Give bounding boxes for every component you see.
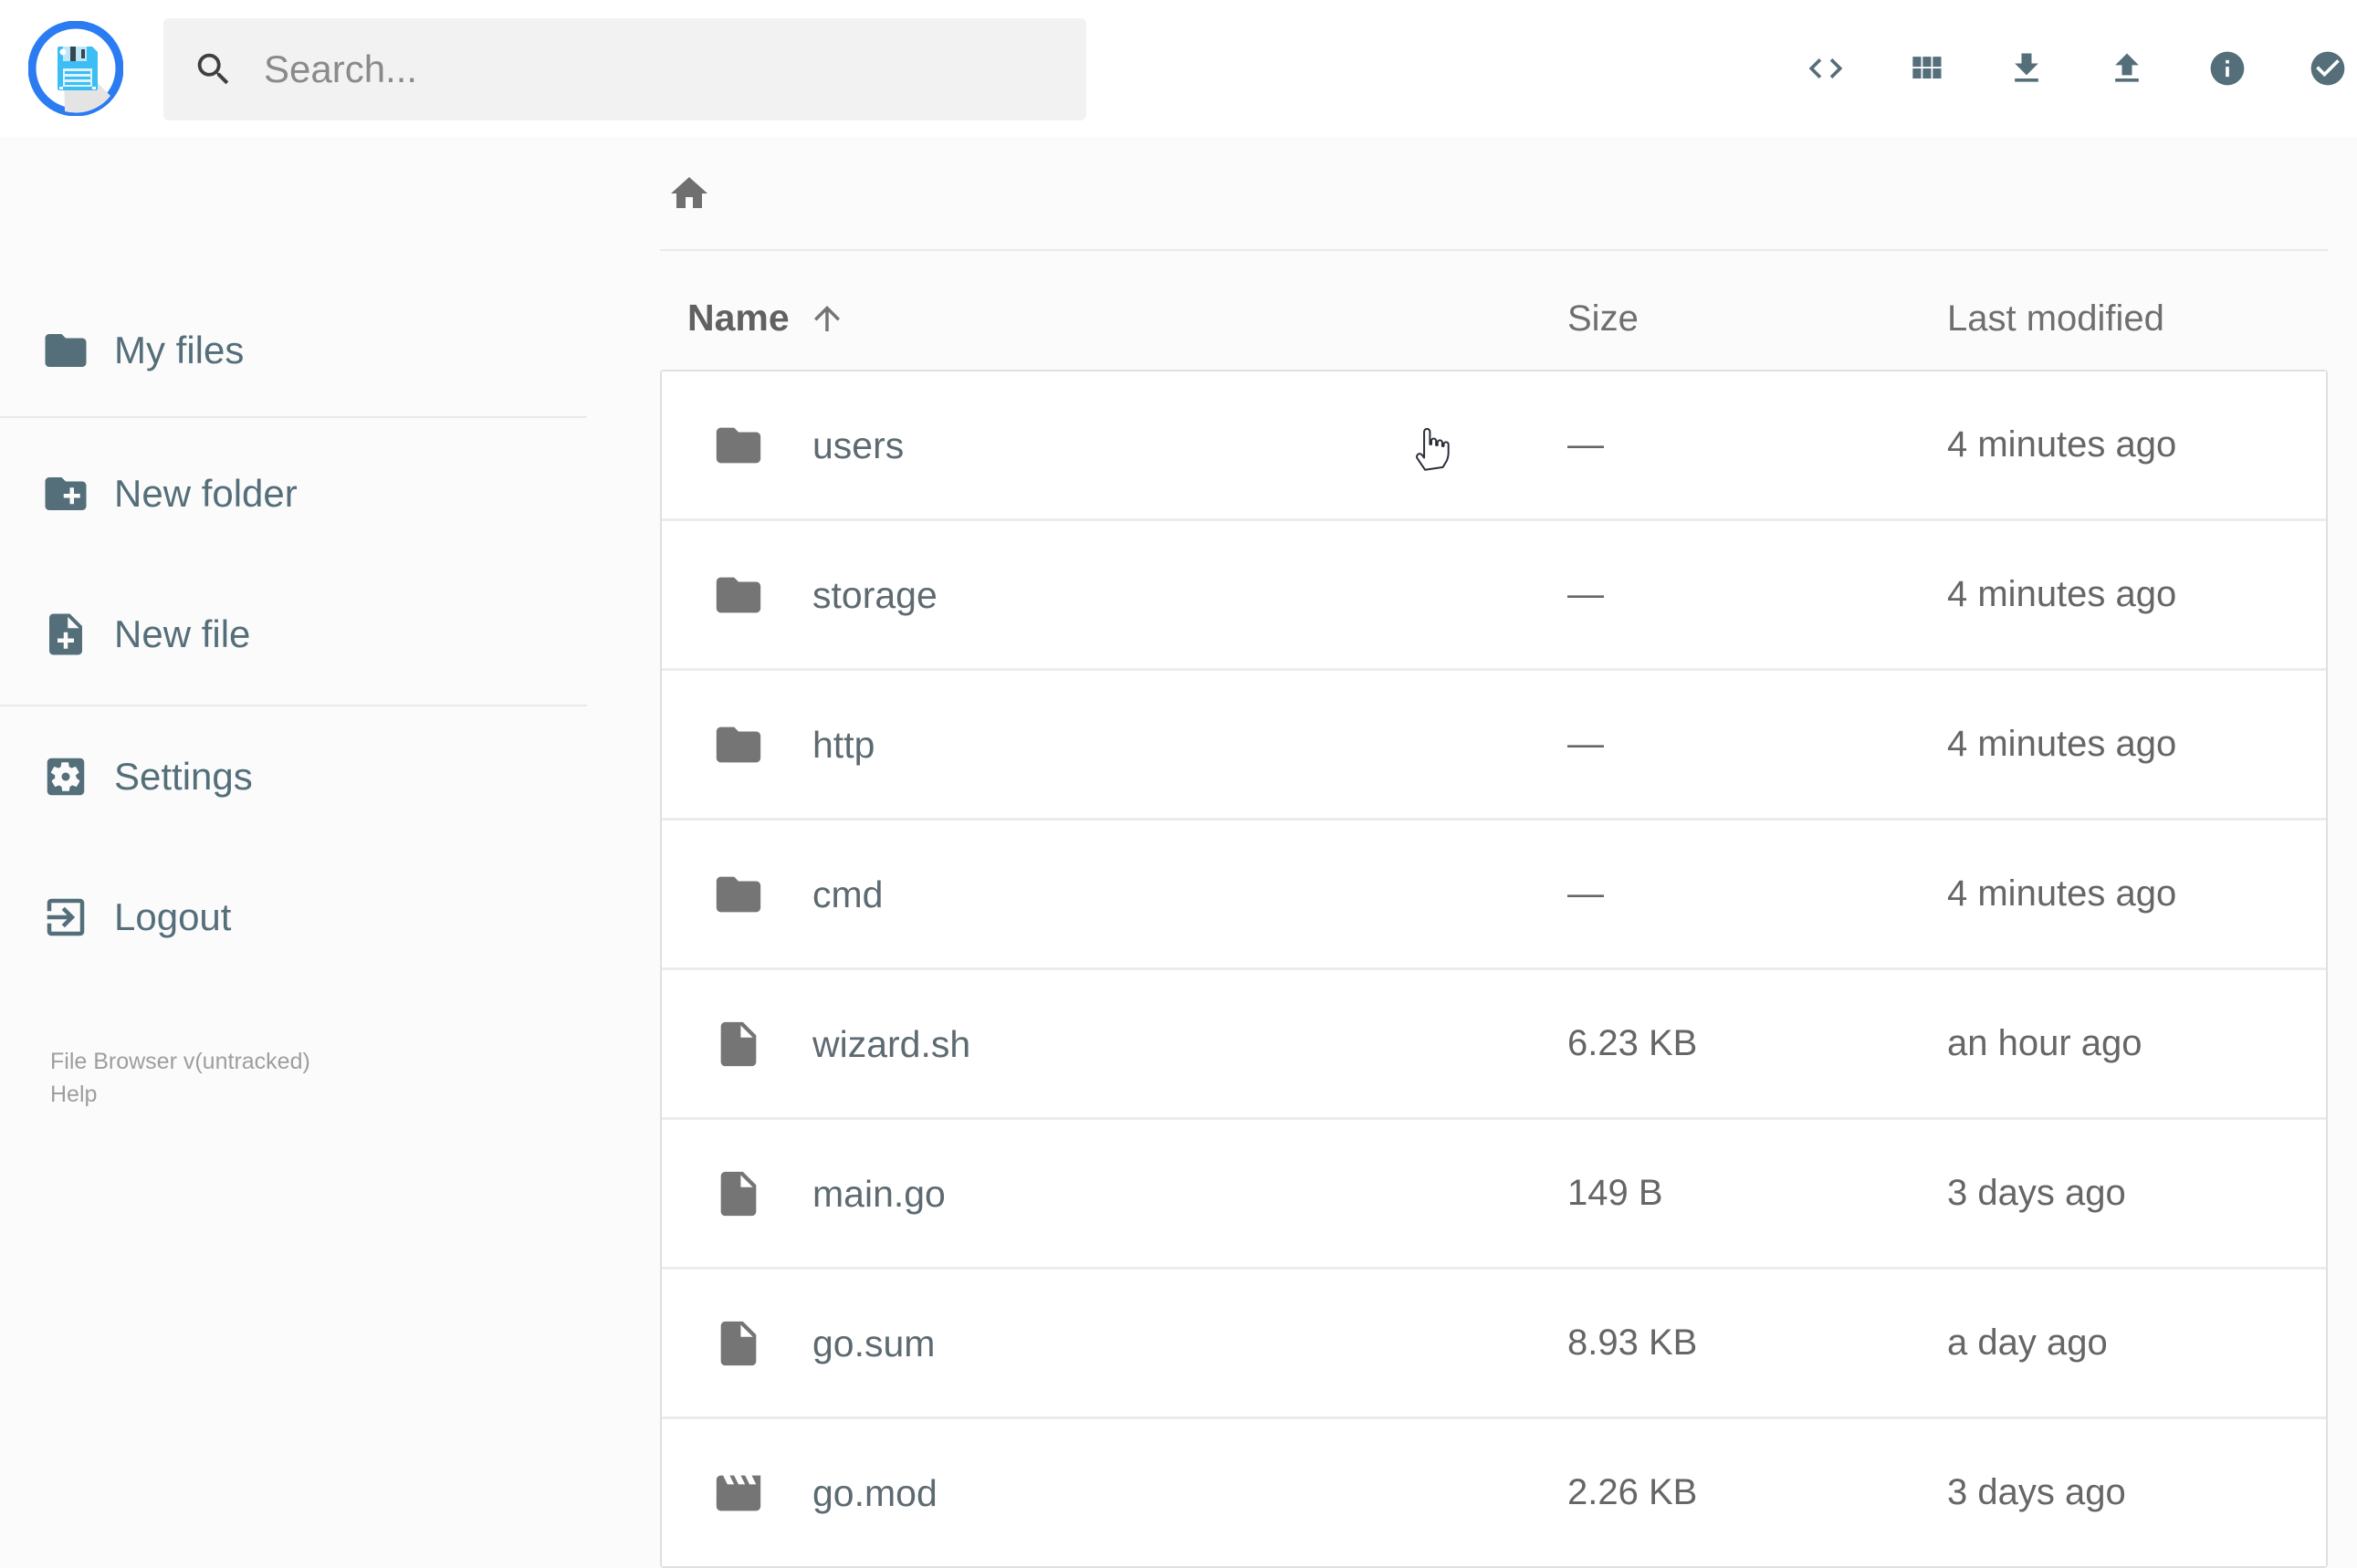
sidebar-item-label: My files [114, 329, 245, 371]
file-modified: 3 days ago [1947, 1173, 2126, 1213]
info-button[interactable] [2207, 48, 2247, 89]
file-icon [712, 1167, 765, 1220]
file-icon [712, 1018, 765, 1071]
folder-icon [41, 326, 90, 375]
floppy-logo-icon [27, 20, 124, 117]
file-name: main.go [812, 1173, 946, 1215]
file-modified: 4 minutes ago [1947, 424, 2177, 465]
folder-icon [712, 419, 765, 472]
header-actions [1806, 0, 2348, 137]
search-icon [197, 53, 229, 85]
settings-icon [41, 752, 90, 801]
folder-icon [712, 718, 765, 771]
file-modified: 4 minutes ago [1947, 724, 2177, 764]
file-icon [712, 1317, 765, 1370]
file-modified: 4 minutes ago [1947, 873, 2177, 914]
sort-by-size-header[interactable]: Size [1567, 298, 1639, 340]
grid-view-button[interactable] [1906, 48, 1946, 89]
sidebar-item-label: New folder [114, 472, 298, 515]
download-button[interactable] [2006, 48, 2047, 89]
folder-icon [712, 868, 765, 921]
sidebar-divider [0, 705, 587, 706]
app-version-text: File Browser v(untracked) [50, 1049, 310, 1074]
table-row[interactable]: http — 4 minutes ago [662, 671, 2326, 821]
file-name: go.sum [812, 1322, 936, 1364]
table-row[interactable]: main.go 149 B 3 days ago [662, 1120, 2326, 1270]
sort-by-modified-header[interactable]: Last modified [1947, 298, 2164, 340]
movie-icon [712, 1467, 765, 1520]
file-name: go.mod [812, 1472, 938, 1514]
sidebar: My files New folder New file Settings Logout… [0, 137, 587, 1515]
sidebar-footer: File Browser v(untracked) Help [50, 1045, 310, 1111]
breadcrumb-home-button[interactable] [667, 172, 711, 215]
sidebar-item-logout[interactable]: Logout [0, 872, 587, 963]
file-list: users — 4 minutes ago storage — 4 minutes ago… [660, 370, 2328, 1568]
sidebar-item-new-file[interactable]: New file [0, 589, 587, 680]
app-logo[interactable] [27, 20, 124, 117]
file-modified: an hour ago [1947, 1023, 2142, 1063]
file-name: wizard.sh [812, 1023, 971, 1065]
search-bar[interactable] [163, 18, 1086, 120]
file-name: http [812, 724, 875, 766]
new-file-icon [41, 610, 90, 659]
arrow-up-icon [808, 299, 846, 338]
file-size: 8.93 KB [1567, 1322, 1698, 1363]
table-row[interactable]: go.mod 2.26 KB 3 days ago [662, 1419, 2326, 1566]
download-icon [2015, 53, 2038, 82]
sidebar-item-settings[interactable]: Settings [0, 731, 587, 822]
file-modified: 4 minutes ago [1947, 574, 2177, 614]
info-icon [2210, 51, 2245, 86]
check-circle-icon [2310, 51, 2345, 86]
sidebar-item-label: New file [114, 612, 251, 655]
file-size: — [1567, 424, 1604, 465]
file-modified: 3 days ago [1947, 1472, 2126, 1512]
table-row[interactable]: wizard.sh 6.23 KB an hour ago [662, 970, 2326, 1120]
home-icon [671, 176, 707, 208]
sidebar-item-my-files[interactable]: My files [0, 305, 587, 396]
grid-icon [1912, 57, 1942, 78]
sidebar-item-label: Settings [114, 755, 253, 798]
sidebar-item-new-folder[interactable]: New folder [0, 448, 587, 539]
name-column-label: Name [687, 297, 790, 339]
file-listing-pane: Name Size Last modified users — 4 minutes … [587, 137, 2357, 1568]
file-size: 2.26 KB [1567, 1472, 1698, 1512]
table-row[interactable]: users — 4 minutes ago [662, 371, 2326, 521]
file-size: — [1567, 873, 1604, 914]
table-row[interactable]: cmd — 4 minutes ago [662, 821, 2326, 970]
help-link[interactable]: Help [50, 1078, 310, 1111]
table-row[interactable]: go.sum 8.93 KB a day ago [662, 1270, 2326, 1419]
search-input[interactable] [262, 47, 1042, 92]
select-multiple-button[interactable] [2308, 48, 2348, 89]
new-folder-icon [41, 469, 90, 518]
code-icon [1808, 58, 1843, 78]
file-name: storage [812, 574, 938, 616]
file-size: — [1567, 724, 1604, 764]
breadcrumb [660, 137, 2328, 249]
top-bar [0, 0, 2357, 141]
file-modified: a day ago [1947, 1322, 2108, 1363]
sidebar-divider [0, 416, 587, 418]
sort-by-name-header[interactable]: Name [687, 297, 846, 340]
upload-button[interactable] [2107, 48, 2147, 89]
listing-header: Name Size Last modified [660, 251, 2328, 370]
file-size: — [1567, 574, 1604, 614]
sidebar-item-label: Logout [114, 895, 232, 938]
logout-icon [41, 893, 90, 942]
file-size: 6.23 KB [1567, 1023, 1698, 1063]
upload-icon [2115, 53, 2139, 82]
file-name: cmd [812, 873, 884, 915]
table-row[interactable]: storage — 4 minutes ago [662, 521, 2326, 671]
file-size: 149 B [1567, 1173, 1663, 1213]
folder-icon [712, 569, 765, 622]
raw-view-button[interactable] [1806, 48, 1846, 89]
file-name: users [812, 424, 905, 466]
